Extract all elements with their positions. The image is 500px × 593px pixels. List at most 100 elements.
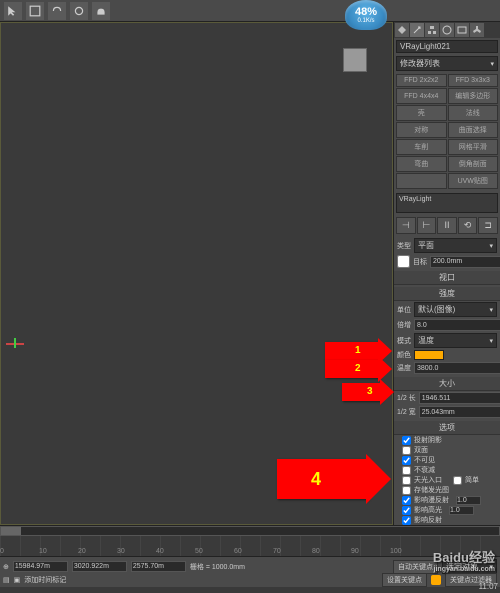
modifier-btn-11[interactable]: 倒角剖面 [448,156,499,172]
temperature-input[interactable] [414,362,500,374]
stack-tool-1[interactable]: ⊢ [417,217,437,234]
type-dropdown[interactable]: 平面 [414,238,497,253]
target-checkbox[interactable] [397,255,410,268]
unit-row: 单位 默认(图像) [394,301,500,318]
modifier-btn-7[interactable]: 曲面选择 [448,122,499,138]
modifier-btn-6[interactable]: 对称 [396,122,447,138]
coord-z[interactable] [131,561,186,572]
script-icon[interactable]: ▤ [3,576,10,584]
size-section: 大小 [394,377,500,391]
tick-100: 100 [390,548,402,555]
stack-tool-4[interactable]: ⊐ [478,217,498,234]
affect-diffuse-checkbox[interactable] [402,496,411,505]
coord-y[interactable] [72,561,127,572]
target-row: 目标 [394,254,500,269]
unit-dropdown[interactable]: 默认(图像) [414,302,497,317]
modifier-btn-3[interactable]: 编辑多边形 [448,88,499,104]
object-name-field[interactable]: VRayLight021 [396,40,498,53]
store-irrad-checkbox[interactable] [402,486,411,495]
viewport-section: 视口 [394,271,500,285]
progress-speed: 0.1K/s [357,18,374,24]
modifier-btn-2[interactable]: FFD 4x4x4 [396,88,447,104]
half-width-row: 1/2 宽 [394,405,500,419]
tick-50: 50 [195,548,203,555]
affect-specular-row: 影响高光 [394,505,500,515]
panel-tabs [394,22,500,38]
stack-tools: ⊣⊢II⟲⊐ [394,215,500,236]
modifier-btn-13[interactable]: UVW贴图 [448,173,499,189]
modifier-btn-1[interactable]: FFD 3x3x3 [448,74,499,87]
viewport[interactable] [0,22,393,525]
invisible-checkbox[interactable] [402,456,411,465]
specular-val[interactable] [449,506,474,515]
modifier-btn-10[interactable]: 弯曲 [396,156,447,172]
mode-row: 模式 温度 [394,332,500,349]
coord-icon: ⊕ [3,563,9,571]
modifier-btn-9[interactable]: 网格平滑 [448,139,499,155]
skylight-checkbox[interactable] [402,476,411,485]
annotation-arrow-4: 4 [277,459,369,499]
half-length-input[interactable] [419,392,500,404]
time-slider[interactable] [0,526,500,536]
modifier-stack[interactable]: VRayLight [396,193,498,213]
store-irrad-row: 存储发光图 [394,485,500,495]
double-sided-checkbox[interactable] [402,446,411,455]
progress-percent: 48% [355,6,377,18]
stack-tool-2[interactable]: II [437,217,457,234]
double-sided-row: 双面 [394,445,500,455]
setkey-button[interactable]: 设置关键点 [382,573,427,587]
tool-arrow-icon[interactable] [4,2,22,20]
target-input[interactable] [430,256,500,268]
modify-tab-icon[interactable] [410,23,424,37]
affect-diffuse-row: 影响漫反射 [394,495,500,505]
modifier-btn-0[interactable]: FFD 2x2x2 [396,74,447,87]
slider-handle[interactable] [1,527,21,535]
time-ruler[interactable]: 0102030405060708090100 [0,536,500,556]
modifier-btn-5[interactable]: 法线 [448,105,499,121]
axis-gizmo [6,338,24,350]
half-width-input[interactable] [419,406,500,418]
tool-select-icon[interactable] [26,2,44,20]
bottom-bar: ▤ ▣ 添加时间标记 设置关键点 关键点过滤器 [0,573,500,587]
modifier-list-dropdown[interactable]: 修改器列表 [396,56,498,71]
lock-icon[interactable] [431,575,441,585]
no-decay-checkbox[interactable] [402,466,411,475]
listener-icon[interactable]: ▣ [14,576,21,584]
tick-40: 40 [156,548,164,555]
mode-dropdown[interactable]: 温度 [414,333,497,348]
affect-reflect-checkbox[interactable] [402,516,411,525]
hierarchy-tab-icon[interactable] [425,23,439,37]
display-tab-icon[interactable] [455,23,469,37]
modifier-btn-4[interactable]: 壳 [396,105,447,121]
cast-shadows-row: 投射阴影 [394,435,500,445]
options-section: 选项 [394,421,500,435]
tool-link-icon[interactable] [48,2,66,20]
tick-0: 0 [0,548,4,555]
cast-shadows-checkbox[interactable] [402,436,411,445]
affect-specular-checkbox[interactable] [402,506,411,515]
stack-tool-0[interactable]: ⊣ [396,217,416,234]
simple-checkbox[interactable] [453,476,462,485]
tool-unlink-icon[interactable] [70,2,88,20]
time-tag-label[interactable]: 添加时间标记 [24,575,66,585]
multiplier-input[interactable] [414,319,500,331]
viewcube-icon[interactable] [343,48,367,72]
modifier-btn-8[interactable]: 车削 [396,139,447,155]
intensity-section: 强度 [394,287,500,301]
color-swatch[interactable] [414,350,444,360]
stack-tool-3[interactable]: ⟲ [458,217,478,234]
motion-tab-icon[interactable] [440,23,454,37]
diffuse-val[interactable] [456,496,481,505]
autokey-button[interactable]: 自动关键点 [393,560,438,574]
create-tab-icon[interactable] [395,23,409,37]
tick-80: 80 [312,548,320,555]
grid-label: 栅格 = 1000.0mm [190,562,245,572]
modifier-btn-12[interactable] [396,173,447,189]
tick-10: 10 [39,548,47,555]
skylight-row: 天光入口简单 [394,475,500,485]
annotation-arrow-1: 1 [325,342,380,360]
tool-teapot-icon[interactable] [92,2,110,20]
tick-60: 60 [234,548,242,555]
utilities-tab-icon[interactable] [470,23,484,37]
coord-x[interactable] [13,561,68,572]
